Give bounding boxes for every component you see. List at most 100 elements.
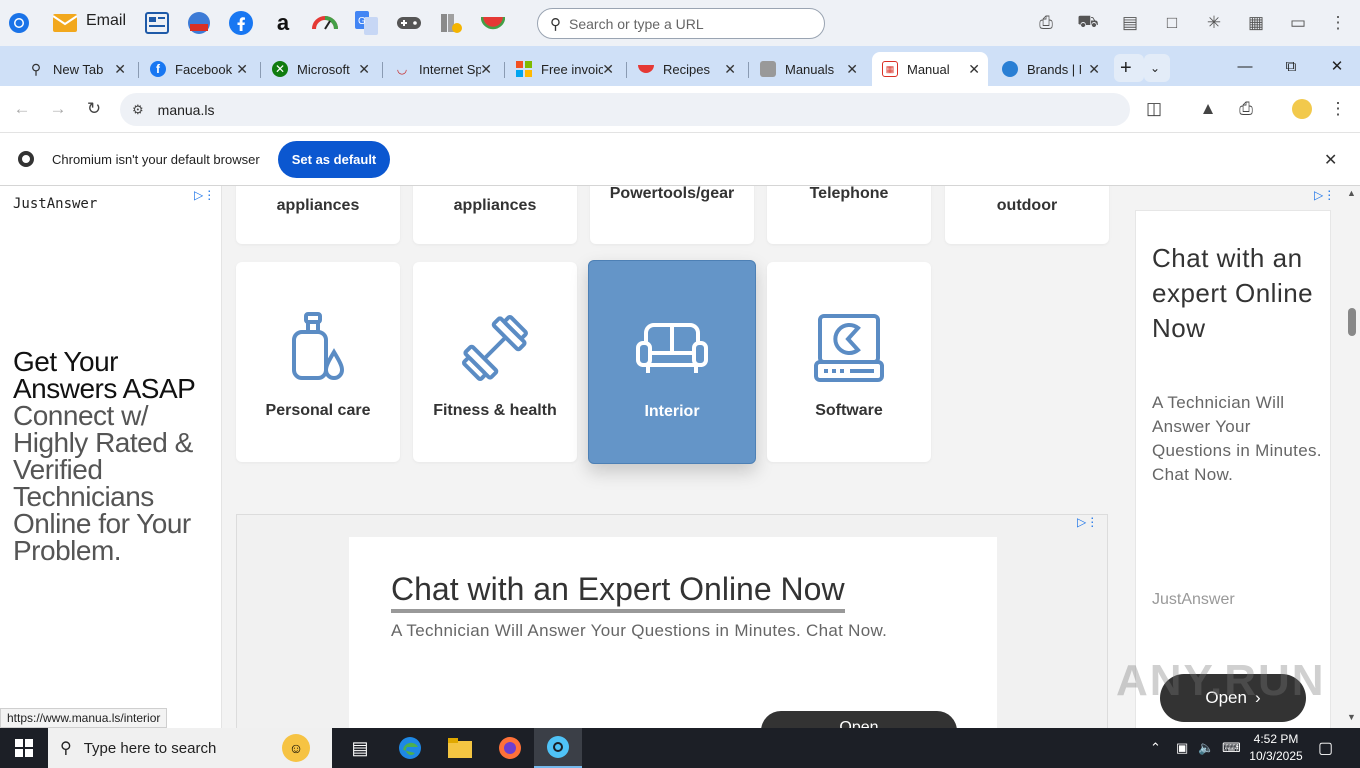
tab-facebook[interactable]: f Facebook ✕ bbox=[140, 52, 256, 86]
set-default-button[interactable]: Set as default bbox=[278, 141, 390, 178]
tab-search-chevron-icon[interactable]: ⌄ bbox=[1144, 54, 1170, 82]
close-icon[interactable]: ✕ bbox=[602, 61, 614, 78]
close-icon[interactable]: ✕ bbox=[724, 61, 736, 78]
weather-sun-icon[interactable]: ☺ bbox=[282, 734, 310, 762]
close-icon[interactable]: ✕ bbox=[236, 61, 248, 78]
tab-manuals[interactable]: Manuals ✕ bbox=[750, 52, 866, 86]
category-interior[interactable]: Interior bbox=[588, 260, 756, 464]
ad-card[interactable]: Chat with an expert Online Now A Technic… bbox=[1135, 210, 1331, 728]
category-fitness-health[interactable]: Fitness & health bbox=[413, 262, 577, 462]
ad-headline[interactable]: Get Your Answers ASAP Connect w/ Highly … bbox=[13, 348, 218, 565]
tab-recipes[interactable]: Recipes ✕ bbox=[628, 52, 744, 86]
speedometer-icon[interactable] bbox=[310, 8, 340, 38]
category-garden-outdoor[interactable]: Garden & outdoor bbox=[945, 186, 1109, 244]
minimize-button[interactable]: — bbox=[1222, 46, 1268, 86]
amazon-icon[interactable]: a bbox=[268, 8, 298, 38]
tab-manual-lang[interactable]: ▦ Manual lang ✕ bbox=[872, 52, 988, 86]
windows-icon bbox=[516, 61, 532, 77]
menu-more-icon[interactable]: ⋮ bbox=[1324, 95, 1352, 123]
firefox-icon[interactable] bbox=[486, 728, 534, 768]
middle-ad[interactable]: ▷⋮ Chat with an Expert Online Now A Tech… bbox=[236, 514, 1108, 728]
ad-title[interactable]: Chat with an Expert Online Now bbox=[391, 571, 845, 613]
close-icon[interactable]: ✕ bbox=[846, 61, 858, 78]
tab-brands[interactable]: Brands | M ✕ bbox=[992, 52, 1108, 86]
virus-icon[interactable]: ✳ bbox=[1201, 10, 1227, 36]
right-ad[interactable]: ▷⋮ Chat with an expert Online Now A Tech… bbox=[1122, 186, 1344, 728]
search-icon: ⚲ bbox=[30, 60, 42, 77]
address-url: manua.ls bbox=[157, 101, 215, 118]
ad-choices-icon[interactable]: ▷⋮ bbox=[194, 188, 215, 202]
close-icon[interactable]: ✕ bbox=[1324, 150, 1337, 170]
category-kitchen-appliances[interactable]: Kitchen appliances bbox=[236, 186, 400, 244]
translate-icon[interactable]: G bbox=[352, 8, 382, 38]
clipboard-icon[interactable]: ▤ bbox=[1117, 10, 1143, 36]
ad-open-button[interactable]: Open bbox=[761, 711, 957, 728]
trash-icon[interactable]: □ bbox=[1159, 10, 1185, 36]
news-grid-icon[interactable] bbox=[142, 8, 172, 38]
left-ad[interactable]: JustAnswer ▷⋮ Get Your Answers ASAP Conn… bbox=[0, 186, 222, 728]
reload-icon[interactable]: ↻ bbox=[80, 95, 108, 123]
email-link[interactable]: Email bbox=[86, 12, 126, 30]
restore-button[interactable]: ⧉ bbox=[1268, 46, 1314, 86]
volume-icon[interactable]: 🔈 bbox=[1198, 728, 1214, 768]
edge-icon[interactable] bbox=[386, 728, 434, 768]
gamepad-icon[interactable] bbox=[394, 8, 424, 38]
software-icon bbox=[814, 314, 884, 382]
chromium-taskbar-icon[interactable] bbox=[534, 728, 582, 768]
calculator-icon[interactable]: ▦ bbox=[1243, 10, 1269, 36]
clock[interactable]: 4:52 PM 10/3/2025 bbox=[1238, 731, 1314, 765]
ad-choices-icon[interactable]: ▷⋮ bbox=[1077, 515, 1098, 529]
category-software[interactable]: Software bbox=[767, 262, 931, 462]
ad-brand: JustAnswer bbox=[13, 196, 98, 212]
close-icon[interactable]: ✕ bbox=[114, 61, 126, 78]
news-globe-icon[interactable] bbox=[184, 8, 214, 38]
close-icon[interactable]: ✕ bbox=[968, 61, 980, 78]
scroll-down-arrow-icon[interactable]: ▼ bbox=[1347, 712, 1356, 722]
extensions-icon[interactable]: ◫ bbox=[1140, 95, 1168, 123]
close-icon[interactable]: ✕ bbox=[480, 61, 492, 78]
forward-arrow-icon[interactable]: → bbox=[44, 95, 72, 123]
chromium-logo-icon[interactable] bbox=[4, 8, 34, 38]
scroll-thumb[interactable] bbox=[1348, 308, 1356, 336]
category-personal-care[interactable]: Personal care bbox=[236, 262, 400, 462]
back-arrow-icon[interactable]: ← bbox=[8, 95, 36, 123]
site-info-icon[interactable]: ⚙ bbox=[132, 102, 144, 118]
notification-icon[interactable]: ▢ bbox=[1318, 728, 1333, 768]
lab-flask-icon[interactable]: ▲ bbox=[1194, 95, 1222, 123]
scrollbar[interactable]: ▲ ▼ bbox=[1344, 186, 1360, 728]
camera-off-icon[interactable]: ▭ bbox=[1285, 10, 1311, 36]
avatar[interactable] bbox=[1288, 95, 1316, 123]
ad-title[interactable]: Chat with an expert Online Now bbox=[1152, 241, 1322, 346]
close-icon[interactable]: ✕ bbox=[358, 61, 370, 78]
windows-start-icon[interactable] bbox=[0, 728, 48, 768]
watermelon-icon[interactable] bbox=[478, 8, 508, 38]
ad-choices-icon[interactable]: ▷⋮ bbox=[1314, 188, 1335, 202]
tab-microsoft[interactable]: ✕ Microsoft ✕ bbox=[262, 52, 378, 86]
tab-free-invoice[interactable]: Free invoice ✕ bbox=[506, 52, 622, 86]
bookmark-search-box[interactable]: ⚲ Search or type a URL bbox=[537, 8, 825, 39]
books-icon[interactable] bbox=[436, 8, 466, 38]
tab-separator bbox=[382, 62, 383, 78]
category-household-appliances[interactable]: Household appliances bbox=[413, 186, 577, 244]
tray-chevron-icon[interactable]: ⌃ bbox=[1150, 728, 1161, 768]
ad-creative[interactable]: Chat with an Expert Online Now A Technic… bbox=[349, 537, 997, 728]
network-icon[interactable]: ▣ bbox=[1176, 728, 1188, 768]
close-icon[interactable]: ✕ bbox=[1088, 61, 1100, 78]
category-telephone[interactable]: Telephone bbox=[767, 186, 931, 244]
scroll-up-arrow-icon[interactable]: ▲ bbox=[1347, 188, 1356, 198]
facebook-icon[interactable] bbox=[226, 8, 256, 38]
more-vertical-icon[interactable]: ⋮ bbox=[1325, 10, 1351, 36]
category-powertools[interactable]: Powertools/gear bbox=[590, 186, 754, 244]
printer-icon[interactable]: ⎙ bbox=[1033, 10, 1059, 36]
address-bar[interactable]: ⚙ manua.ls bbox=[120, 93, 1130, 126]
printer-icon[interactable]: ⎙ bbox=[1232, 95, 1260, 123]
close-window-button[interactable]: ✕ bbox=[1314, 46, 1360, 86]
new-tab-button[interactable]: + bbox=[1114, 54, 1144, 82]
task-view-icon[interactable]: ▤ bbox=[336, 728, 384, 768]
car-icon[interactable]: ⛟ bbox=[1075, 10, 1101, 36]
tab-new-tab[interactable]: ⚲ New Tab ✕ bbox=[18, 52, 134, 86]
email-icon[interactable] bbox=[50, 8, 80, 38]
file-explorer-icon[interactable] bbox=[436, 728, 484, 768]
tab-internet-speed[interactable]: ◡ Internet Speed ✕ bbox=[384, 52, 500, 86]
status-url: https://www.manua.ls/interior bbox=[0, 708, 168, 728]
